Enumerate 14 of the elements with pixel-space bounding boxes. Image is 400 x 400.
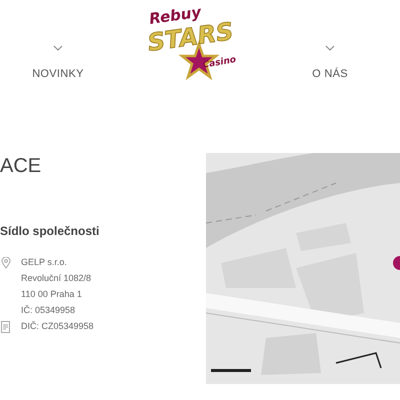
chevron-down-icon bbox=[325, 45, 335, 51]
nav-link[interactable]: O NÁS bbox=[312, 66, 348, 82]
chevron-down-icon bbox=[53, 45, 63, 51]
logo[interactable]: Rebuy STARS Casino bbox=[145, 4, 245, 82]
location-pin-icon bbox=[1, 257, 11, 269]
address-line: DIČ: CZ05349958 bbox=[21, 320, 94, 334]
section-heading: ACE bbox=[0, 156, 42, 176]
nav-link[interactable]: NOVINKY bbox=[32, 66, 84, 82]
company-heading: Sídlo společnosti bbox=[0, 223, 100, 240]
address-line: IČ: 05349958 bbox=[21, 304, 76, 318]
address-line: GELP s.r.o. bbox=[21, 256, 67, 270]
address-line: 110 00 Praha 1 bbox=[21, 288, 82, 302]
address-line: Revoluční 1082/8 bbox=[21, 272, 92, 286]
document-icon bbox=[1, 321, 10, 333]
